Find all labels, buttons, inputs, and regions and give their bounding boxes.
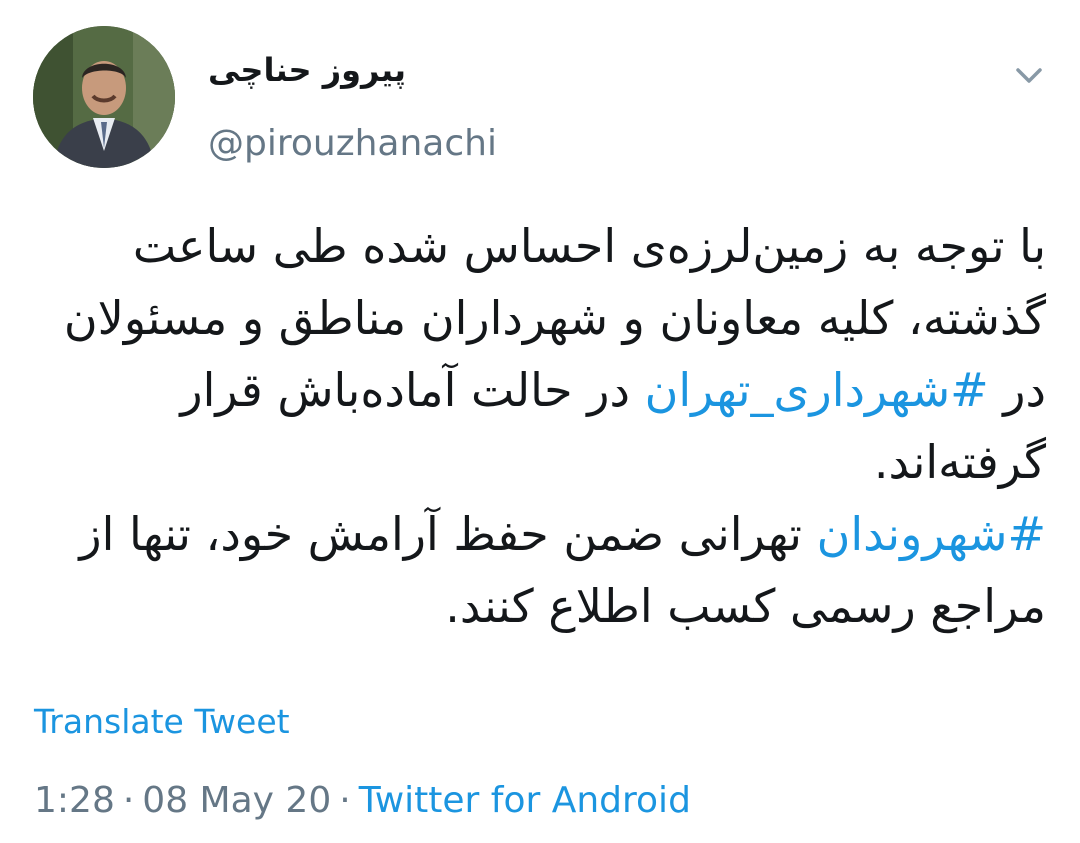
tweet-paragraph-2: #شهروندان تهرانی ضمن حفظ آرامش خود، تنها…	[79, 507, 1046, 633]
tweet-paragraph-1: با توجه به زمین‌لرزه‌ی احساس شده طی ساعت…	[63, 219, 1046, 489]
tweet-card: پیروز حناچی @pirouzhanachi با توجه به زم…	[0, 0, 1080, 843]
author-display-name[interactable]: پیروز حناچی	[208, 46, 628, 94]
tweet-header: پیروز حناچی @pirouzhanachi	[0, 26, 1080, 176]
tweet-time[interactable]: 1:28	[34, 780, 115, 821]
meta-separator: ·	[339, 780, 351, 821]
hashtag-link-citizens[interactable]: #شهروندان	[817, 507, 1046, 561]
tweet-date[interactable]: 08 May 20	[142, 780, 331, 821]
author-handle[interactable]: @pirouzhanachi	[208, 122, 628, 166]
avatar[interactable]	[33, 26, 175, 168]
tweet-metadata: 1:28 · 08 May 20 · Twitter for Android	[34, 778, 691, 824]
translate-tweet-link[interactable]: Translate Tweet	[34, 700, 290, 744]
tweet-source-link[interactable]: Twitter for Android	[359, 780, 691, 821]
author-names: پیروز حناچی @pirouzhanachi	[208, 46, 628, 166]
chevron-down-icon[interactable]	[1012, 58, 1046, 92]
hashtag-link-tehran-municipality[interactable]: #شهرداری_تهران	[645, 363, 989, 417]
tweet-text: با توجه به زمین‌لرزه‌ی احساس شده طی ساعت…	[34, 210, 1046, 642]
meta-separator: ·	[122, 780, 135, 821]
profile-photo-icon	[33, 26, 175, 168]
